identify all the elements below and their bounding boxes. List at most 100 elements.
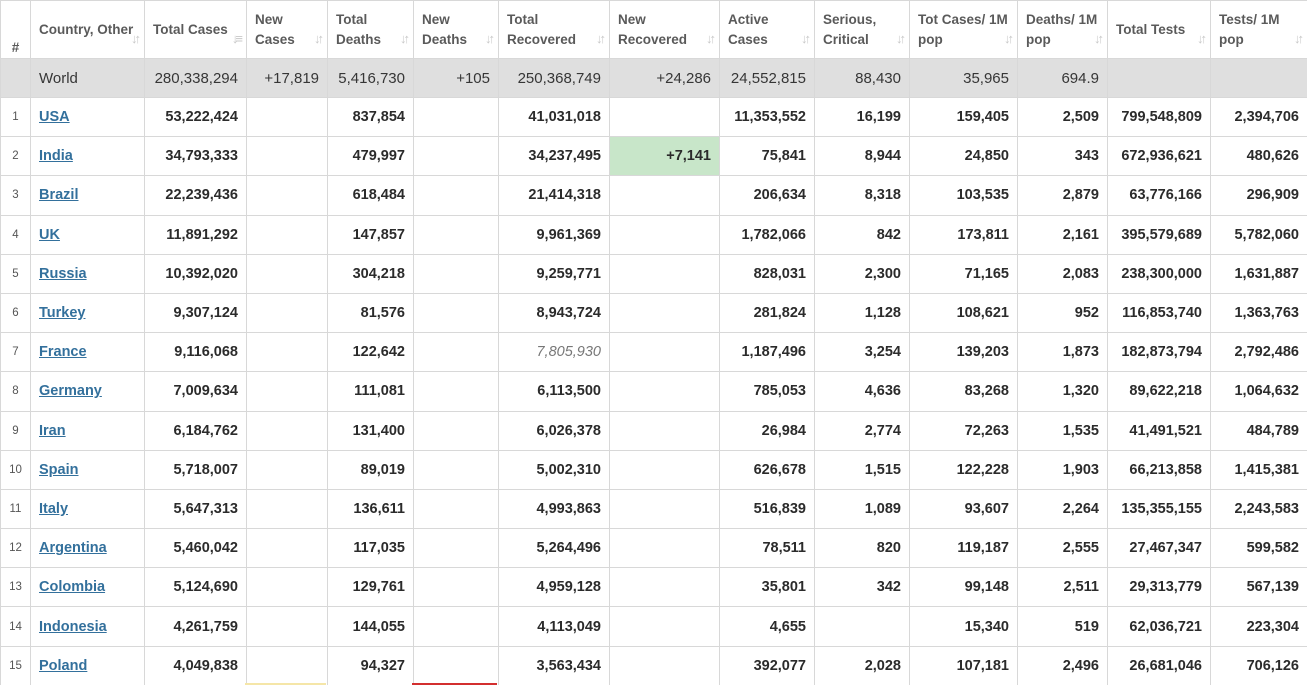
column-header-label: Tests/ 1M pop: [1219, 11, 1280, 47]
table-row: 10 Spain 5,718,007 89,019 5,002,310 626,678 1,…: [0, 449, 1307, 490]
column-header-total-tests[interactable]: Total Tests ↓↑: [1107, 0, 1211, 59]
cell-deaths-per-1m: 2,511: [1017, 567, 1108, 608]
country-link[interactable]: Germany: [39, 383, 102, 399]
cell-total-recovered: 41,031,018: [498, 96, 610, 138]
cell-active-cases: 1,187,496: [719, 332, 815, 373]
cell-total-tests: 63,776,166: [1107, 175, 1211, 216]
cell-serious-critical: 2,300: [814, 253, 910, 294]
cell-total-cases: 9,116,068: [144, 332, 247, 373]
sort-arrows-icon[interactable]: ↓↑: [400, 29, 410, 49]
column-header-country[interactable]: Country, Other ↓↑: [30, 0, 145, 59]
cell-serious-critical: 342: [814, 567, 910, 608]
cell-active-cases: 75,841: [719, 136, 815, 177]
cell-new-deaths: [413, 253, 499, 294]
column-header-total-recovered[interactable]: Total Recovered ↓↑: [498, 0, 610, 59]
cell-total-deaths: 111,081: [327, 371, 414, 412]
column-header-tests-per-1m[interactable]: Tests/ 1M pop ↓↑: [1210, 0, 1307, 59]
sort-arrows-icon[interactable]: ↓↑: [314, 29, 324, 49]
cell-serious-critical: [814, 606, 910, 647]
cell-total-recovered: 4,993,863: [498, 488, 610, 530]
column-header-total-cases[interactable]: Total Cases ↓≡: [144, 0, 247, 59]
cell-deaths-per-1m: 1,320: [1017, 371, 1108, 412]
column-header-label: #: [11, 40, 20, 55]
cell-rank: 4: [0, 214, 31, 255]
cell-serious-critical: 8,318: [814, 175, 910, 216]
sort-arrows-icon[interactable]: ↓↑: [1294, 29, 1304, 49]
sort-arrows-icon[interactable]: ↓↑: [1094, 29, 1104, 49]
cell-total-cases: 5,718,007: [144, 449, 247, 490]
cell-new-recovered: [609, 371, 720, 412]
country-link[interactable]: India: [39, 148, 73, 164]
table-row: 2 India 34,793,333 479,997 34,237,495 +7,141 7…: [0, 136, 1307, 177]
cell-total-cases: 22,239,436: [144, 175, 247, 216]
column-header-cases-per-1m[interactable]: Tot Cases/ 1M pop ↓↑: [909, 0, 1018, 59]
sort-arrows-icon[interactable]: ↓↑: [1004, 29, 1014, 49]
country-link[interactable]: Italy: [39, 501, 68, 517]
sort-arrows-icon[interactable]: ↓↑: [596, 29, 606, 49]
cell-country: Iran: [30, 410, 145, 451]
table-row: 15 Poland 4,049,838 94,327 3,563,434 392,077 2…: [0, 645, 1307, 685]
table-row: 12 Argentina 5,460,042 117,035 5,264,496 78,5…: [0, 528, 1307, 569]
country-link[interactable]: Iran: [39, 423, 66, 439]
column-header-label: Total Deaths: [336, 11, 382, 47]
cell-total-tests: 26,681,046: [1107, 645, 1211, 685]
column-header-new-recovered[interactable]: New Recovered ↓↑: [609, 0, 720, 59]
cell-rank: 11: [0, 488, 31, 530]
sort-arrows-icon[interactable]: ↓↑: [1197, 29, 1207, 49]
cell-new-recovered: [609, 175, 720, 216]
cell-total-cases: 5,460,042: [144, 528, 247, 569]
country-link[interactable]: Spain: [39, 462, 78, 478]
cell-country: France: [30, 332, 145, 373]
country-link[interactable]: USA: [39, 109, 70, 125]
country-link[interactable]: Indonesia: [39, 619, 107, 635]
cell-tests-per-1m: 2,792,486: [1210, 332, 1307, 373]
cell-new-recovered: [609, 96, 720, 138]
cell-country: Turkey: [30, 292, 145, 334]
country-link[interactable]: Russia: [39, 266, 87, 282]
country-link[interactable]: UK: [39, 227, 60, 243]
country-link[interactable]: Colombia: [39, 579, 105, 595]
country-link[interactable]: Brazil: [39, 187, 79, 203]
cell-total-tests: 89,622,218: [1107, 371, 1211, 412]
cell-tests-per-1m: 5,782,060: [1210, 214, 1307, 255]
sort-arrows-icon[interactable]: ↓↑: [485, 29, 495, 49]
sort-arrows-icon[interactable]: ↓↑: [801, 29, 811, 49]
country-link[interactable]: France: [39, 344, 87, 360]
cell-new-deaths: [413, 645, 499, 685]
cell-tests-per-1m: 567,139: [1210, 567, 1307, 608]
cell-cases-per-1m: 173,811: [909, 214, 1018, 255]
cell-serious-critical: 16,199: [814, 96, 910, 138]
sort-arrows-icon[interactable]: ↓↑: [896, 29, 906, 49]
cell-cases-per-1m: 119,187: [909, 528, 1018, 569]
sort-arrows-icon[interactable]: ↓↑: [131, 29, 141, 49]
cell-total-deaths: 144,055: [327, 606, 414, 647]
cell-total-recovered: 34,237,495: [498, 136, 610, 177]
cell-total-deaths: 618,484: [327, 175, 414, 216]
column-header-label: Deaths/ 1M pop: [1026, 11, 1098, 47]
cell-deaths-per-1m: 2,496: [1017, 645, 1108, 685]
cell-rank: 15: [0, 645, 31, 685]
column-header-deaths-per-1m[interactable]: Deaths/ 1M pop ↓↑: [1017, 0, 1108, 59]
country-link[interactable]: Argentina: [39, 540, 107, 556]
cell-total-recovered: 8,943,724: [498, 292, 610, 334]
cell-serious-critical: 1,128: [814, 292, 910, 334]
cell-country: UK: [30, 214, 145, 255]
column-header-new-cases[interactable]: New Cases ↓↑: [246, 0, 328, 59]
cell-new-recovered: [609, 292, 720, 334]
cell-deaths-per-1m: 2,161: [1017, 214, 1108, 255]
cell-total-cases: 11,891,292: [144, 214, 247, 255]
country-link[interactable]: Poland: [39, 658, 87, 674]
cell-total-deaths: 89,019: [327, 449, 414, 490]
country-link[interactable]: Turkey: [39, 305, 85, 321]
column-header-total-deaths[interactable]: Total Deaths ↓↑: [327, 0, 414, 59]
column-header-serious-critical[interactable]: Serious, Critical ↓↑: [814, 0, 910, 59]
sort-arrows-icon[interactable]: ↓↑: [706, 29, 716, 49]
table-row: 4 UK 11,891,292 147,857 9,961,369 1,782,066 84…: [0, 214, 1307, 255]
cell-cases-per-1m: 108,621: [909, 292, 1018, 334]
sort-desc-icon[interactable]: ↓≡: [232, 29, 243, 49]
column-header-active-cases[interactable]: Active Cases ↓↑: [719, 0, 815, 59]
cell-cases-per-1m: 122,228: [909, 449, 1018, 490]
cell-tests-per-1m: 484,789: [1210, 410, 1307, 451]
cell-serious-critical: 3,254: [814, 332, 910, 373]
column-header-new-deaths[interactable]: New Deaths ↓↑: [413, 0, 499, 59]
